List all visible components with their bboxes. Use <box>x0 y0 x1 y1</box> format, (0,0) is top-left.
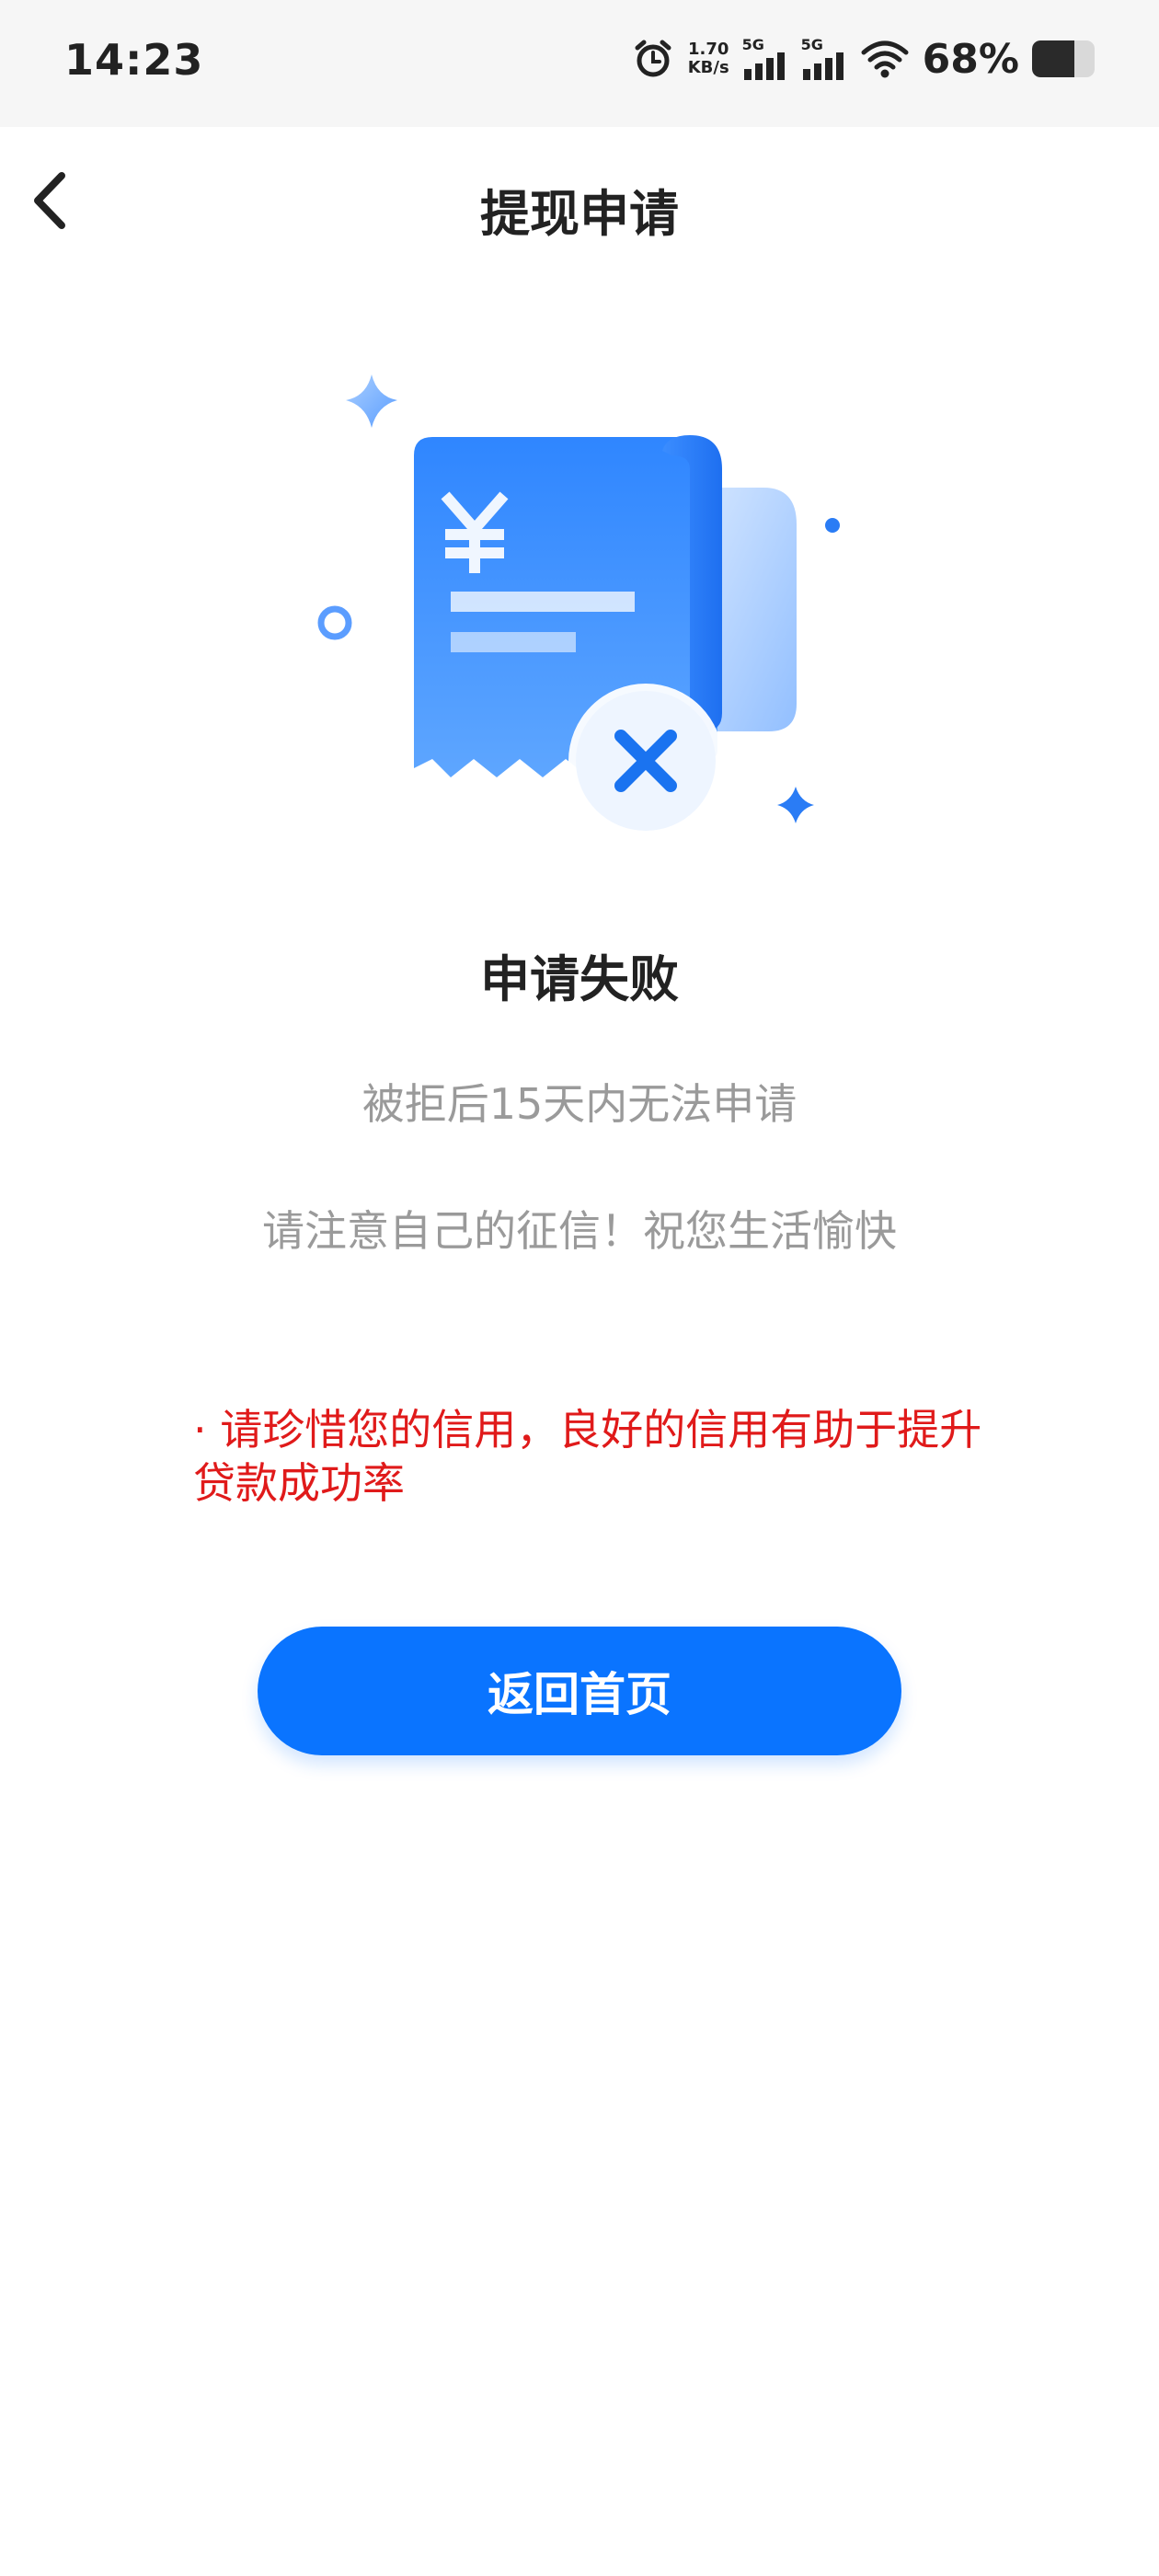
sim1-signal: 5G <box>742 38 788 80</box>
sim2-label: 5G <box>800 36 823 53</box>
battery-level-fill <box>1032 40 1075 77</box>
alarm-icon <box>631 37 675 81</box>
net-speed-value: 1.70 <box>687 40 729 59</box>
page-title: 提现申请 <box>480 185 679 243</box>
wifi-icon <box>860 39 910 79</box>
battery-icon <box>1032 40 1095 77</box>
receipt-failed-icon <box>304 363 855 860</box>
net-speed-unit: KB/s <box>687 58 729 77</box>
result-title: 申请失败 <box>480 950 679 1008</box>
status-icons: 1.70 KB/s 5G 5G 68% <box>631 31 1095 86</box>
sim2-signal: 5G <box>801 38 847 80</box>
sim1-label: 5G <box>741 36 764 53</box>
signal-icon <box>743 52 785 80</box>
withdraw-result-page: 14:23 1.70 KB/s 5G 5G 68% 提现申请 申请失败 被拒后1… <box>0 0 1159 2576</box>
battery-percent: 68% <box>922 35 1019 83</box>
signal-icon <box>802 52 843 80</box>
net-speed: 1.70 KB/s <box>688 40 729 77</box>
status-time: 14:23 <box>64 35 204 85</box>
status-bar: 14:23 1.70 KB/s 5G 5G 68% <box>0 0 1159 127</box>
credit-reminder-message: 请注意自己的征信！祝您生活愉快 <box>262 1206 897 1256</box>
nav-bar: 提现申请 <box>0 127 1159 280</box>
back-to-home-button[interactable]: 返回首页 <box>258 1627 901 1755</box>
rejection-message: 被拒后15天内无法申请 <box>361 1079 798 1129</box>
credit-notice: · 请珍惜您的信用，良好的信用有助于提升贷款成功率 <box>193 1405 982 1508</box>
